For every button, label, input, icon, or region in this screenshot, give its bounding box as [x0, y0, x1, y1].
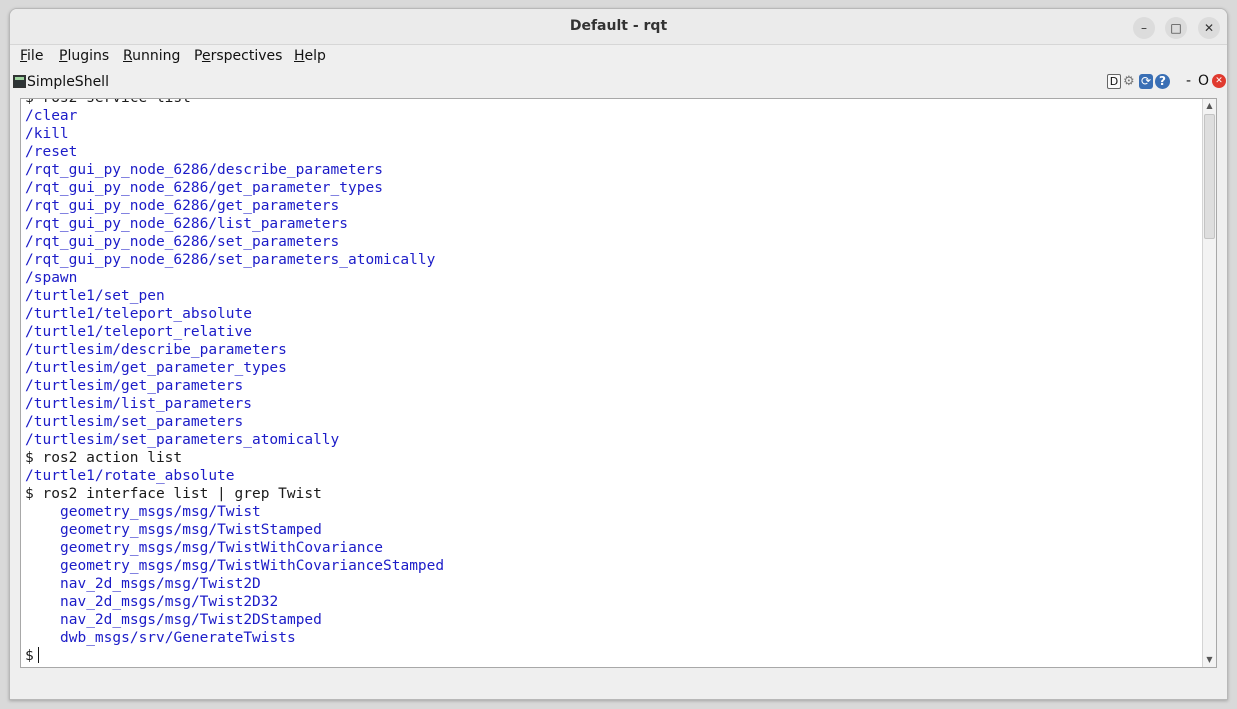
menu-perspectives[interactable]: Perspectives [194, 48, 282, 64]
rqt-window: Default - rqt – □ ✕ File Plugins Running… [9, 8, 1228, 700]
gear-icon[interactable]: ⚙ [1123, 74, 1135, 89]
menu-file-label: ile [27, 48, 44, 64]
terminal-output[interactable]: $ ros2 service list/clear/kill/reset/rqt… [25, 98, 1195, 667]
terminal-output-line: /spawn [25, 270, 78, 286]
terminal-output-line: /turtle1/teleport_relative [25, 324, 252, 340]
terminal-output-line: geometry_msgs/msg/TwistWithCovarianceSta… [60, 558, 445, 574]
plugin-title: SimpleShell [27, 74, 109, 90]
terminal-output-line: dwb_msgs/srv/GenerateTwists [60, 630, 296, 646]
menu-perspectives-label: rspectives [210, 48, 283, 64]
terminal-command-line: $ ros2 service list [25, 98, 191, 106]
text-cursor [37, 647, 39, 663]
terminal-output-line: /kill [25, 126, 69, 142]
terminal-output-line: /turtlesim/list_parameters [25, 396, 252, 412]
terminal-output-line: geometry_msgs/msg/TwistStamped [60, 522, 322, 538]
shell-panel: $ ros2 service list/clear/kill/reset/rqt… [20, 98, 1217, 668]
terminal-output-line: /turtlesim/describe_parameters [25, 342, 287, 358]
plugin-title-bar[interactable]: SimpleShell D ⚙ ⟳ ? - O ✕ [10, 70, 1227, 96]
terminal-output-line: /turtlesim/get_parameters [25, 378, 244, 394]
scroll-up-arrow-icon[interactable]: ▲ [1203, 99, 1216, 113]
terminal-command-line: $ ros2 action list [25, 450, 183, 466]
menu-perspectives-accel: e [201, 48, 211, 64]
plugin-help-d-button[interactable]: D [1107, 74, 1121, 89]
menu-perspectives-pre: P [194, 48, 202, 64]
terminal-output-line: /rqt_gui_py_node_6286/get_parameters [25, 198, 340, 214]
terminal-output-line: /rqt_gui_py_node_6286/list_parameters [25, 216, 349, 232]
menu-plugins-label: lugins [67, 48, 110, 64]
terminal-prompt: $ [25, 648, 34, 664]
terminal-prompt-line[interactable]: $ [25, 647, 1195, 665]
terminal-output-line: /rqt_gui_py_node_6286/describe_parameter… [25, 162, 383, 178]
terminal-output-line: /turtle1/rotate_absolute [25, 468, 235, 484]
terminal-output-line: geometry_msgs/msg/Twist [60, 504, 261, 520]
terminal-output-line: /clear [25, 108, 78, 124]
terminal-output-line: nav_2d_msgs/msg/Twist2D32 [60, 594, 279, 610]
title-bar[interactable]: Default - rqt – □ ✕ [10, 9, 1227, 45]
terminal-output-line: /rqt_gui_py_node_6286/set_parameters [25, 234, 340, 250]
scrollbar-thumb[interactable] [1204, 114, 1215, 239]
terminal-output-line: /turtle1/set_pen [25, 288, 165, 304]
close-button[interactable]: ✕ [1198, 17, 1220, 39]
terminal-output-line: nav_2d_msgs/msg/Twist2D [60, 576, 261, 592]
terminal-output-line: /turtle1/teleport_absolute [25, 306, 252, 322]
minimize-button[interactable]: – [1133, 17, 1155, 39]
reload-icon[interactable]: ⟳ [1139, 74, 1153, 89]
menu-file[interactable]: File [20, 48, 43, 64]
terminal-output-line: /rqt_gui_py_node_6286/set_parameters_ato… [25, 252, 436, 268]
menu-file-accel: F [20, 48, 28, 64]
terminal-output-line: /turtlesim/set_parameters [25, 414, 244, 430]
terminal-output-line: /reset [25, 144, 78, 160]
menu-running-label: unning [132, 48, 181, 64]
terminal-output-line: /turtlesim/set_parameters_atomically [25, 432, 340, 448]
menu-help[interactable]: Help [294, 48, 326, 64]
menu-plugins[interactable]: Plugins [59, 48, 109, 64]
menu-running-accel: R [123, 48, 133, 64]
terminal-output-line: nav_2d_msgs/msg/Twist2DStamped [60, 612, 322, 628]
plugin-restore-button[interactable]: O [1198, 73, 1209, 89]
terminal-output-line: /turtlesim/get_parameter_types [25, 360, 287, 376]
menu-help-label: elp [304, 48, 326, 64]
plugin-close-button[interactable]: ✕ [1212, 74, 1226, 88]
scroll-down-arrow-icon[interactable]: ▼ [1203, 653, 1216, 667]
terminal-icon [13, 75, 26, 88]
terminal-command-line: $ ros2 interface list | grep Twist [25, 486, 322, 502]
terminal-output-line: /rqt_gui_py_node_6286/get_parameter_type… [25, 180, 383, 196]
menu-help-accel: H [294, 48, 305, 64]
menu-bar: File Plugins Running Perspectives Help [10, 46, 1227, 68]
menu-running[interactable]: Running [123, 48, 180, 64]
terminal-output-line: geometry_msgs/msg/TwistWithCovariance [60, 540, 384, 556]
vertical-scrollbar[interactable]: ▲ ▼ [1202, 99, 1216, 667]
help-icon[interactable]: ? [1155, 74, 1170, 89]
window-title: Default - rqt [569, 18, 668, 34]
maximize-button[interactable]: □ [1165, 17, 1187, 39]
status-bar [10, 677, 1227, 699]
plugin-minimize-button[interactable]: - [1186, 73, 1191, 89]
